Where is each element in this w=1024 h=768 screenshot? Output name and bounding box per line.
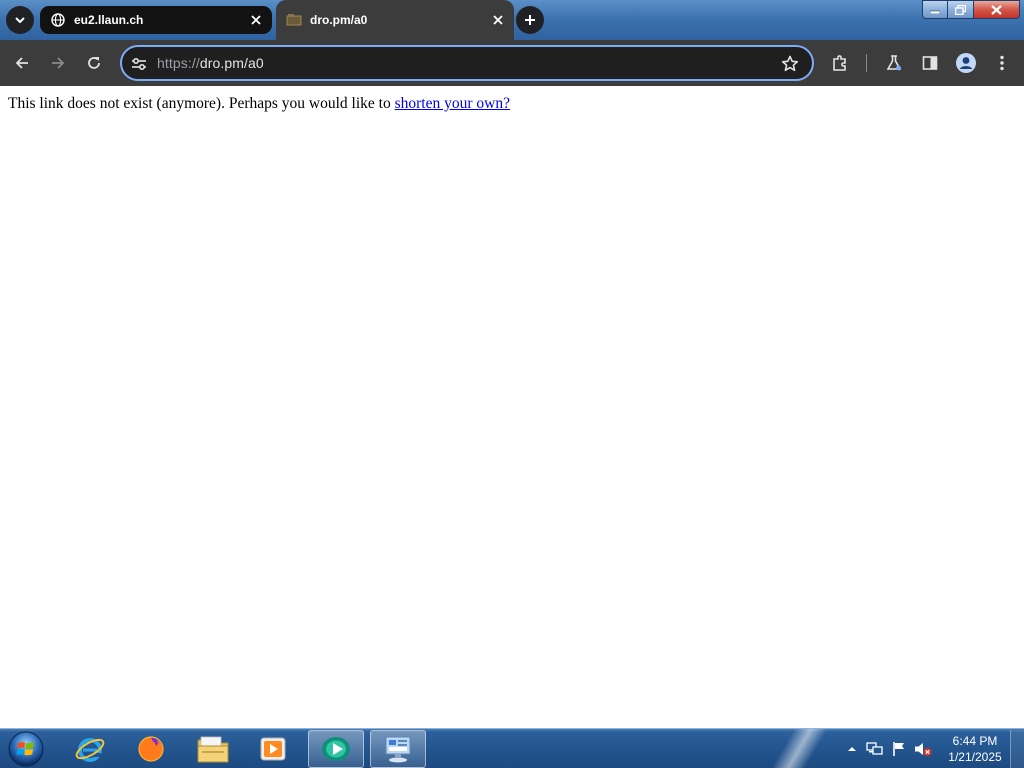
extensions-button[interactable] — [828, 51, 852, 75]
action-center-flag-icon — [893, 742, 904, 756]
taskbar-internet-explorer[interactable] — [62, 730, 118, 768]
volume-muted-icon — [915, 743, 932, 756]
labs-button[interactable] — [882, 51, 906, 75]
globe-icon — [50, 12, 66, 28]
network-icon — [866, 742, 883, 755]
side-panel-button[interactable] — [918, 51, 942, 75]
windows-start-orb-icon — [8, 731, 44, 767]
toolbar-divider — [866, 54, 867, 72]
address-bar[interactable]: https://dro.pm/a0 — [120, 45, 814, 81]
not-found-message: This link does not exist (anymore). Perh… — [8, 95, 510, 113]
url-text[interactable]: https://dro.pm/a0 — [157, 55, 264, 71]
clock-time: 6:44 PM — [952, 734, 998, 748]
file-explorer-icon — [197, 736, 229, 763]
restore-icon — [955, 4, 966, 15]
close-window-button[interactable] — [974, 0, 1020, 19]
taskbar-clock[interactable]: 6:44 PM 1/21/2025 — [940, 733, 1010, 765]
control-panel-icon — [385, 736, 411, 763]
reload-icon — [88, 57, 100, 69]
taskbar-media-player[interactable] — [245, 730, 301, 768]
tab-search-button[interactable] — [6, 6, 34, 34]
site-settings-icon[interactable] — [130, 55, 148, 73]
page-content: This link does not exist (anymore). Perh… — [0, 86, 1024, 728]
taskbar-control-panel[interactable] — [370, 730, 426, 768]
close-tab-icon[interactable] — [248, 12, 264, 28]
restore-button[interactable] — [948, 0, 974, 19]
taskbar-chrome-app[interactable] — [308, 730, 364, 768]
window-controls — [922, 0, 1020, 20]
menu-button[interactable] — [990, 51, 1014, 75]
page-favicon-icon — [286, 12, 302, 28]
reload-button[interactable] — [82, 51, 106, 75]
taskbar-file-explorer[interactable] — [185, 730, 241, 768]
message-text: This link does not exist (anymore). Perh… — [8, 95, 395, 112]
plus-icon — [525, 15, 535, 25]
back-button[interactable] — [10, 51, 34, 75]
forward-icon — [52, 57, 65, 69]
minimize-button[interactable] — [922, 0, 948, 19]
extensions-icon — [833, 55, 846, 71]
bookmark-star-icon[interactable] — [780, 54, 800, 74]
chrome-app-icon — [322, 737, 350, 761]
browser-toolbar: https://dro.pm/a0 — [0, 40, 1024, 86]
tab-inactive[interactable]: eu2.llaun.ch — [40, 6, 272, 34]
action-center-tray-icon[interactable] — [890, 740, 908, 758]
close-icon — [991, 4, 1002, 15]
url-host-path: dro.pm/a0 — [199, 55, 264, 71]
shorten-link[interactable]: shorten your own? — [395, 95, 510, 112]
new-tab-button[interactable] — [516, 6, 544, 34]
start-button[interactable] — [6, 730, 46, 768]
tab-title: eu2.llaun.ch — [74, 13, 144, 27]
profile-icon — [956, 53, 976, 73]
internet-explorer-icon — [75, 738, 105, 762]
chevron-down-icon — [15, 17, 25, 24]
windows-taskbar: 6:44 PM 1/21/2025 — [0, 728, 1024, 768]
clock-date: 1/21/2025 — [948, 750, 1002, 764]
firefox-icon — [138, 736, 164, 762]
media-player-icon — [260, 737, 286, 761]
tab-title: dro.pm/a0 — [310, 13, 368, 27]
show-hidden-icons[interactable] — [843, 740, 861, 758]
labs-icon — [886, 55, 902, 71]
browser-titlebar: eu2.llaun.ch dro.pm/a0 — [0, 0, 1024, 40]
tab-active[interactable]: dro.pm/a0 — [276, 0, 514, 40]
url-scheme: https:// — [157, 55, 200, 71]
side-panel-icon — [922, 56, 938, 70]
volume-tray-icon[interactable] — [914, 740, 932, 758]
taskbar-firefox[interactable] — [123, 730, 179, 768]
back-icon — [15, 57, 28, 69]
chevron-up-icon — [848, 747, 856, 751]
menu-icon — [1000, 55, 1004, 71]
minimize-icon — [930, 10, 940, 14]
profile-button[interactable] — [954, 51, 978, 75]
close-tab-icon[interactable] — [490, 12, 506, 28]
show-desktop-button[interactable] — [1010, 730, 1024, 768]
network-tray-icon[interactable] — [866, 740, 884, 758]
forward-button[interactable] — [46, 51, 70, 75]
